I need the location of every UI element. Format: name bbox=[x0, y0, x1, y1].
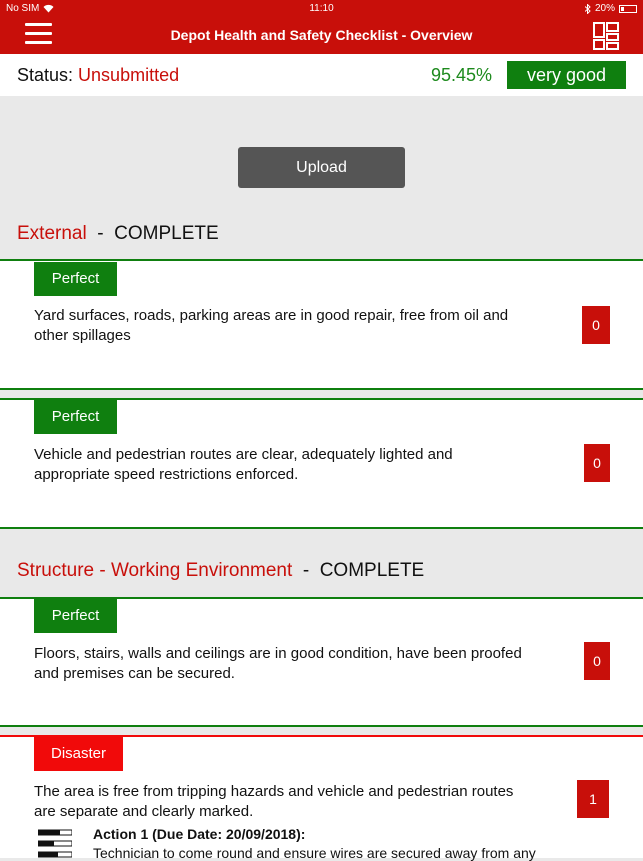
section-state: COMPLETE bbox=[114, 223, 219, 244]
action-description: Technician to come round and ensure wire… bbox=[93, 845, 536, 861]
nav-bar: Depot Health and Safety Checklist - Over… bbox=[0, 18, 643, 54]
section-header-external: External - COMPLETE bbox=[17, 223, 219, 245]
hamburger-icon bbox=[25, 23, 52, 26]
question-text: Yard surfaces, roads, parking areas are … bbox=[34, 307, 509, 344]
question-text: The area is free from tripping hazards a… bbox=[34, 783, 514, 820]
rating-tag: Perfect bbox=[34, 400, 117, 434]
score-percent: 95.45% bbox=[431, 65, 493, 85]
section-separator: - bbox=[302, 560, 310, 581]
section-state: COMPLETE bbox=[319, 560, 425, 581]
action-count-button[interactable]: 0 bbox=[584, 642, 610, 680]
battery-icon bbox=[619, 4, 637, 13]
section-header-structure: Structure - Working Environment - COMPLE… bbox=[17, 560, 424, 582]
question-card[interactable]: Perfect Vehicle and pedestrian routes ar… bbox=[0, 398, 643, 529]
section-separator: - bbox=[97, 223, 104, 244]
page-title: Depot Health and Safety Checklist - Over… bbox=[170, 27, 473, 43]
action-list-icon bbox=[38, 829, 72, 858]
action-count-button[interactable]: 1 bbox=[577, 780, 609, 818]
question-card[interactable]: Perfect Floors, stairs, walls and ceilin… bbox=[0, 597, 643, 727]
action-count-button[interactable]: 0 bbox=[584, 444, 610, 482]
upload-button[interactable]: Upload bbox=[238, 147, 405, 188]
bluetooth-icon bbox=[584, 3, 591, 14]
battery-percent: 20% bbox=[594, 3, 615, 14]
rating-tag: Perfect bbox=[34, 599, 117, 633]
status-text: Status: Unsubmitted bbox=[17, 65, 179, 86]
rating-badge: very good bbox=[507, 61, 626, 89]
card-bottom-border bbox=[0, 725, 643, 727]
section-name: Structure - Working Environment bbox=[17, 560, 293, 581]
status-bar: No SIM 11:10 20% bbox=[0, 0, 643, 18]
status-bar-right: 20% bbox=[584, 3, 637, 14]
dashboard-grid-icon[interactable] bbox=[593, 22, 619, 50]
clock: 11:10 bbox=[309, 3, 334, 14]
question-text: Vehicle and pedestrian routes are clear,… bbox=[34, 446, 453, 483]
action-count-button[interactable]: 0 bbox=[582, 306, 610, 344]
section-name: External bbox=[17, 223, 87, 244]
action-title: Action 1 (Due Date: 20/09/2018): bbox=[93, 826, 306, 842]
card-bottom-border bbox=[0, 388, 643, 390]
status-label: Status: bbox=[17, 65, 74, 85]
rating-tag: Perfect bbox=[34, 262, 117, 296]
status-value: Unsubmitted bbox=[78, 65, 180, 85]
card-top-border bbox=[0, 259, 643, 261]
rating-tag: Disaster bbox=[34, 737, 123, 771]
card-bottom-border bbox=[0, 527, 643, 529]
question-card[interactable]: Perfect Yard surfaces, roads, parking ar… bbox=[0, 259, 643, 390]
question-text: Floors, stairs, walls and ceilings are i… bbox=[34, 645, 522, 682]
